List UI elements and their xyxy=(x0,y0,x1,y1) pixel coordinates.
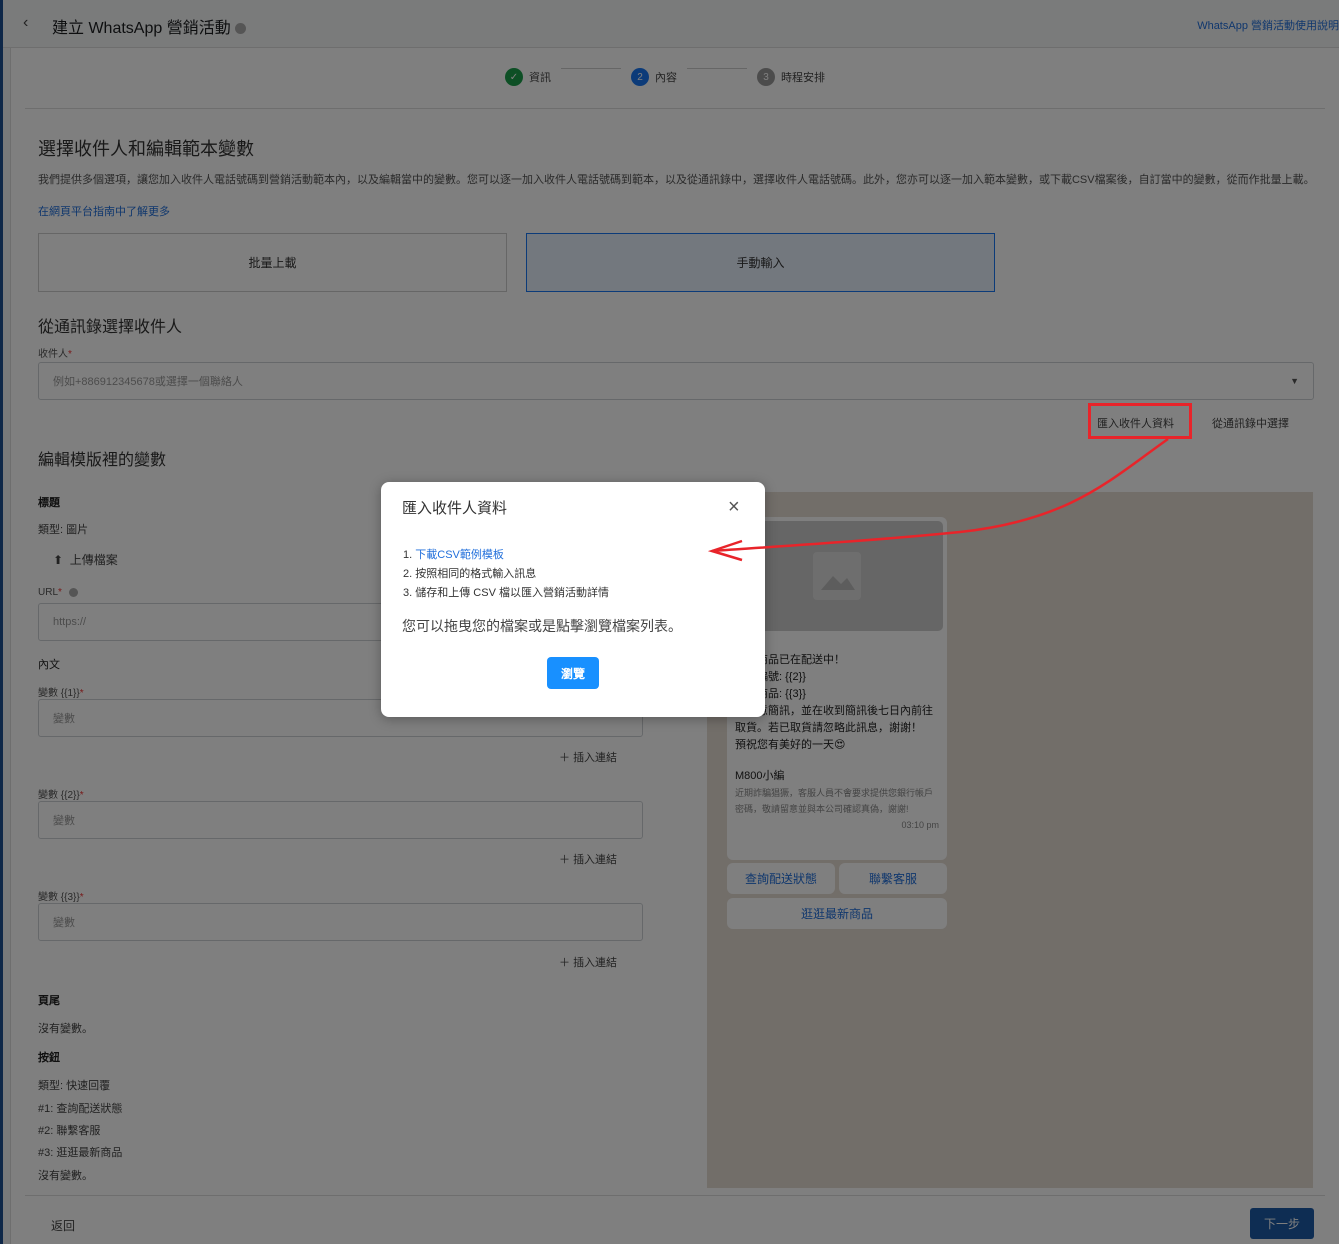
annotation-arrow-icon xyxy=(707,437,1169,562)
